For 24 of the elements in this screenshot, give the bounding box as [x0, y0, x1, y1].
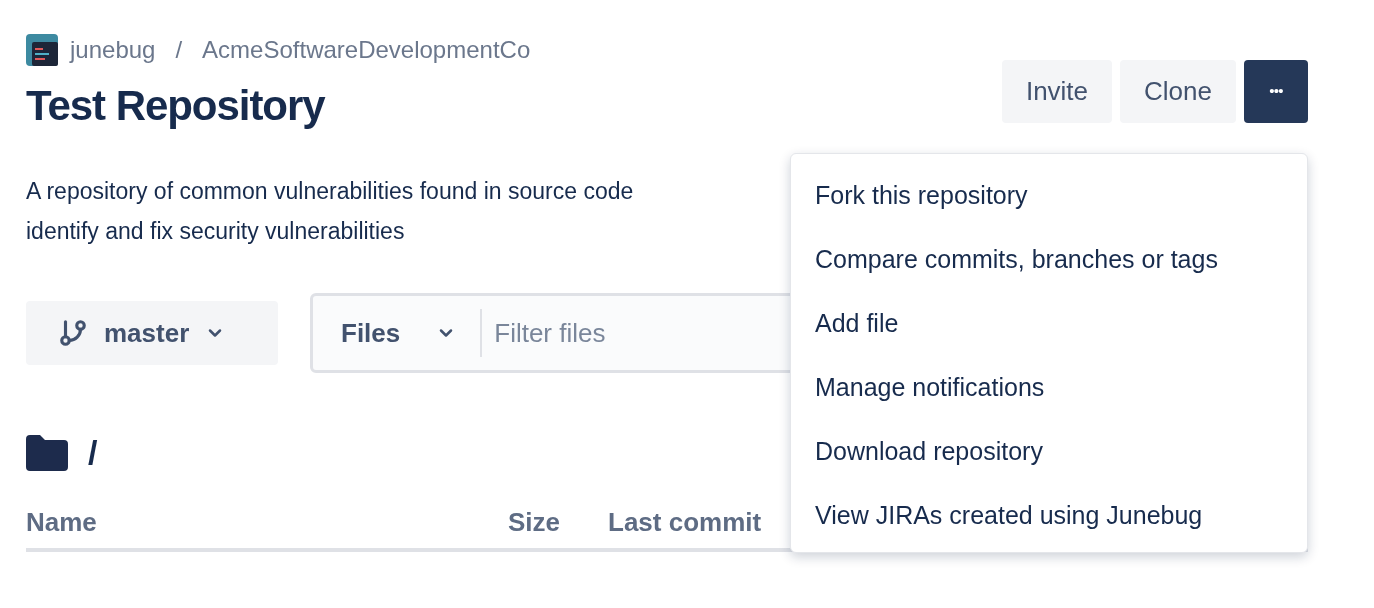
folder-icon	[26, 434, 68, 471]
menu-item[interactable]: Fork this repository	[791, 164, 1307, 228]
menu-item[interactable]: Add file	[791, 292, 1307, 356]
action-button[interactable]: Invite	[1001, 60, 1113, 123]
action-button[interactable]: Clone	[1120, 60, 1236, 123]
branch-icon	[58, 318, 88, 348]
menu-item[interactable]: Compare commits, branches or tags	[791, 228, 1307, 292]
column-header: Size	[508, 506, 558, 539]
column-header: Last commit	[608, 506, 762, 539]
breadcrumb-separator: /	[174, 35, 184, 65]
logo-icon	[26, 34, 58, 66]
column-header: Name	[26, 506, 98, 539]
menu-item[interactable]: Manage notifications	[791, 356, 1307, 420]
scope-dropdown[interactable]: Files	[313, 313, 481, 353]
folder-path: /	[88, 432, 98, 473]
workspace-link[interactable]: junebug	[70, 32, 156, 68]
project-link[interactable]: AcmeSoftwareDevelopmentCo	[202, 32, 531, 68]
repository-description: A repository of common vulnerabilities found in source code	[26, 178, 634, 204]
branch-selector[interactable]: master	[26, 301, 278, 365]
page-title: Test Repository	[26, 81, 325, 131]
more-button[interactable]: •••	[1244, 60, 1308, 123]
repository-description: identify and fix security vulnerabilities	[26, 218, 405, 244]
menu-item[interactable]: Download repository	[791, 420, 1307, 484]
menu-item[interactable]: View JIRAs created using Junebug	[791, 484, 1307, 548]
